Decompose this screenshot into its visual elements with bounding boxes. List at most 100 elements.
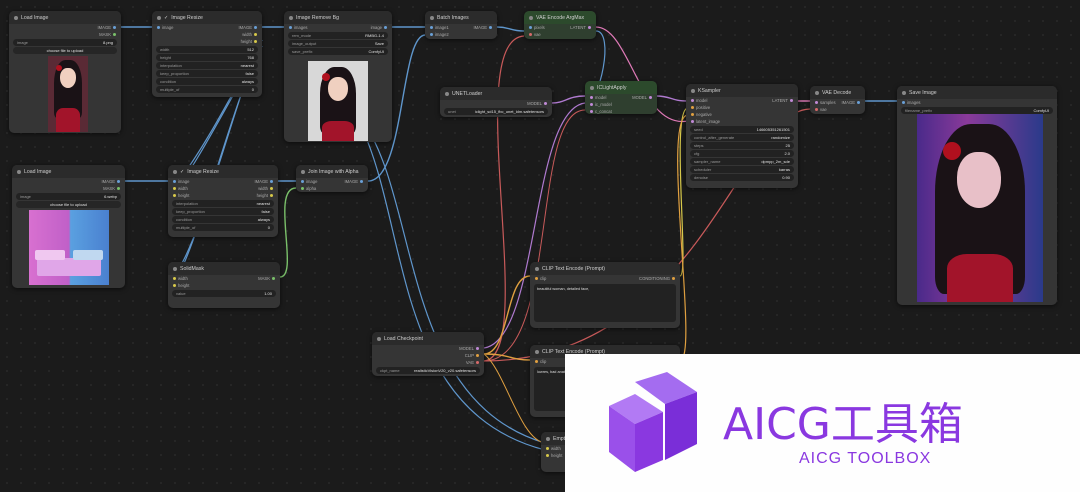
- keep-proportion-toggle[interactable]: keep_proportion false: [172, 208, 274, 215]
- input-pin-icon[interactable]: [529, 33, 532, 36]
- input-pin-icon[interactable]: [815, 108, 818, 111]
- collapse-dot-icon[interactable]: [546, 436, 550, 441]
- collapse-dot-icon[interactable]: [902, 90, 906, 95]
- upload-button[interactable]: choose file to upload: [13, 47, 117, 54]
- input-pin-icon[interactable]: [902, 101, 905, 104]
- seed-widget[interactable]: seed 146605351261501: [690, 126, 794, 133]
- input-pin-icon[interactable]: [546, 454, 549, 457]
- collapse-dot-icon[interactable]: [445, 91, 449, 96]
- output-pin-icon[interactable]: [113, 33, 116, 36]
- vae-encode-argmax-node[interactable]: VAE Encode ArgMax pixels LATENT vae: [524, 11, 596, 39]
- image-select[interactable]: image 6.webp: [16, 193, 121, 200]
- collapse-dot-icon[interactable]: [289, 15, 293, 20]
- input-pin-icon[interactable]: [691, 99, 694, 102]
- scheduler-widget[interactable]: scheduler karras: [690, 166, 794, 173]
- multiple-of-widget[interactable]: multiple_of 0: [172, 224, 274, 231]
- load-image-node-2[interactable]: Load Image IMAGE MASK image 6.webp choose…: [12, 165, 125, 288]
- interpolation-widget[interactable]: interpolation nearest: [156, 62, 258, 69]
- output-pin-icon[interactable]: [113, 26, 116, 29]
- output-pin-icon[interactable]: [476, 347, 479, 350]
- collapse-dot-icon[interactable]: [301, 169, 305, 174]
- collapse-dot-icon[interactable]: [535, 266, 539, 271]
- output-pin-icon[interactable]: [588, 26, 591, 29]
- ksampler-node[interactable]: KSampler model LATENT positive negative l…: [686, 84, 798, 188]
- unet-name-widget[interactable]: unet iclight_sd15_fbc_unet_ldm.safetensor…: [444, 108, 548, 115]
- input-pin-icon[interactable]: [173, 194, 176, 197]
- input-pin-icon[interactable]: [590, 103, 593, 106]
- input-pin-icon[interactable]: [691, 106, 694, 109]
- image-output-widget[interactable]: image_output Save: [288, 40, 388, 47]
- interpolation-widget[interactable]: interpolation nearest: [172, 200, 274, 207]
- control-after-generate-widget[interactable]: control_after_generate randomize: [690, 134, 794, 141]
- collapse-dot-icon[interactable]: [691, 88, 695, 93]
- input-pin-icon[interactable]: [173, 187, 176, 190]
- output-pin-icon[interactable]: [117, 187, 120, 190]
- output-pin-icon[interactable]: [790, 99, 793, 102]
- batch-images-node[interactable]: Batch Images image1 IMAGE image2: [425, 11, 497, 39]
- upload-button[interactable]: choose file to upload: [16, 201, 121, 208]
- height-widget[interactable]: height 768: [156, 54, 258, 61]
- output-pin-icon[interactable]: [857, 101, 860, 104]
- image-remove-bg-node[interactable]: Image Remove Bg images image rem_mode RMBG…: [284, 11, 392, 142]
- steps-widget[interactable]: steps 25: [690, 142, 794, 149]
- input-pin-icon[interactable]: [157, 26, 160, 29]
- output-pin-icon[interactable]: [489, 26, 492, 29]
- unet-loader-node[interactable]: UNETLoader MODEL unet iclight_sd15_fbc_un…: [440, 87, 552, 117]
- input-pin-icon[interactable]: [173, 180, 176, 183]
- clip-text-encode-positive-node[interactable]: CLIP Text Encode (Prompt) clip CONDITIONI…: [530, 262, 680, 328]
- output-pin-icon[interactable]: [270, 187, 273, 190]
- output-pin-icon[interactable]: [254, 33, 257, 36]
- collapse-dot-icon[interactable]: [173, 169, 177, 174]
- input-pin-icon[interactable]: [590, 96, 593, 99]
- output-pin-icon[interactable]: [544, 102, 547, 105]
- sampler-name-widget[interactable]: sampler_name dpmpp_2m_sde: [690, 158, 794, 165]
- ckpt-name-widget[interactable]: ckpt_name realisticVisionV20_v20.safetens…: [376, 367, 480, 374]
- join-image-alpha-node[interactable]: Join Image with Alpha image IMAGE alpha: [296, 165, 368, 192]
- input-pin-icon[interactable]: [430, 26, 433, 29]
- input-pin-icon[interactable]: [289, 26, 292, 29]
- solid-mask-node[interactable]: SolidMask width MASK height value 1.00: [168, 262, 280, 308]
- output-pin-icon[interactable]: [272, 277, 275, 280]
- output-pin-icon[interactable]: [476, 354, 479, 357]
- collapse-dot-icon[interactable]: [17, 169, 21, 174]
- output-pin-icon[interactable]: [254, 40, 257, 43]
- input-pin-icon[interactable]: [173, 277, 176, 280]
- collapse-dot-icon[interactable]: [430, 15, 434, 20]
- filename-prefix-widget[interactable]: filename_prefix ComfyUI: [901, 107, 1053, 114]
- input-pin-icon[interactable]: [301, 187, 304, 190]
- input-pin-icon[interactable]: [691, 113, 694, 116]
- condition-widget[interactable]: condition always: [172, 216, 274, 223]
- save-image-node[interactable]: Save Image images filename_prefix ComfyUI: [897, 86, 1057, 305]
- input-pin-icon[interactable]: [535, 277, 538, 280]
- load-checkpoint-node[interactable]: Load Checkpoint MODEL CLIP VAE ckpt_name…: [372, 332, 484, 376]
- output-pin-icon[interactable]: [270, 180, 273, 183]
- output-pin-icon[interactable]: [672, 277, 675, 280]
- output-pin-icon[interactable]: [384, 26, 387, 29]
- image-resize-node-1[interactable]: ✓ Image Resize image IMAGE width height wi…: [152, 11, 262, 97]
- output-pin-icon[interactable]: [476, 361, 479, 364]
- value-widget[interactable]: value 1.00: [172, 290, 276, 297]
- input-pin-icon[interactable]: [535, 360, 538, 363]
- image-select[interactable]: image 8.png: [13, 39, 117, 46]
- input-pin-icon[interactable]: [815, 101, 818, 104]
- keep-proportion-toggle[interactable]: keep_proportion false: [156, 70, 258, 77]
- collapse-dot-icon[interactable]: [14, 15, 18, 20]
- input-pin-icon[interactable]: [430, 33, 433, 36]
- output-pin-icon[interactable]: [360, 180, 363, 183]
- input-pin-icon[interactable]: [691, 120, 694, 123]
- collapse-dot-icon[interactable]: [157, 15, 161, 20]
- input-pin-icon[interactable]: [301, 180, 304, 183]
- cfg-widget[interactable]: cfg 2.0: [690, 150, 794, 157]
- output-pin-icon[interactable]: [117, 180, 120, 183]
- output-pin-icon[interactable]: [270, 194, 273, 197]
- load-image-node-1[interactable]: Load Image IMAGE MASK image 8.png choose …: [9, 11, 121, 133]
- multiple-of-widget[interactable]: multiple_of 0: [156, 86, 258, 93]
- collapse-dot-icon[interactable]: [173, 266, 177, 271]
- save-prefix-widget[interactable]: save_prefix ComfyUI: [288, 48, 388, 55]
- output-pin-icon[interactable]: [254, 26, 257, 29]
- collapse-dot-icon[interactable]: [815, 90, 819, 95]
- input-pin-icon[interactable]: [529, 26, 532, 29]
- collapse-dot-icon[interactable]: [535, 349, 539, 354]
- rem-mode-widget[interactable]: rem_mode RMBG-1.4: [288, 32, 388, 39]
- collapse-dot-icon[interactable]: [529, 15, 533, 20]
